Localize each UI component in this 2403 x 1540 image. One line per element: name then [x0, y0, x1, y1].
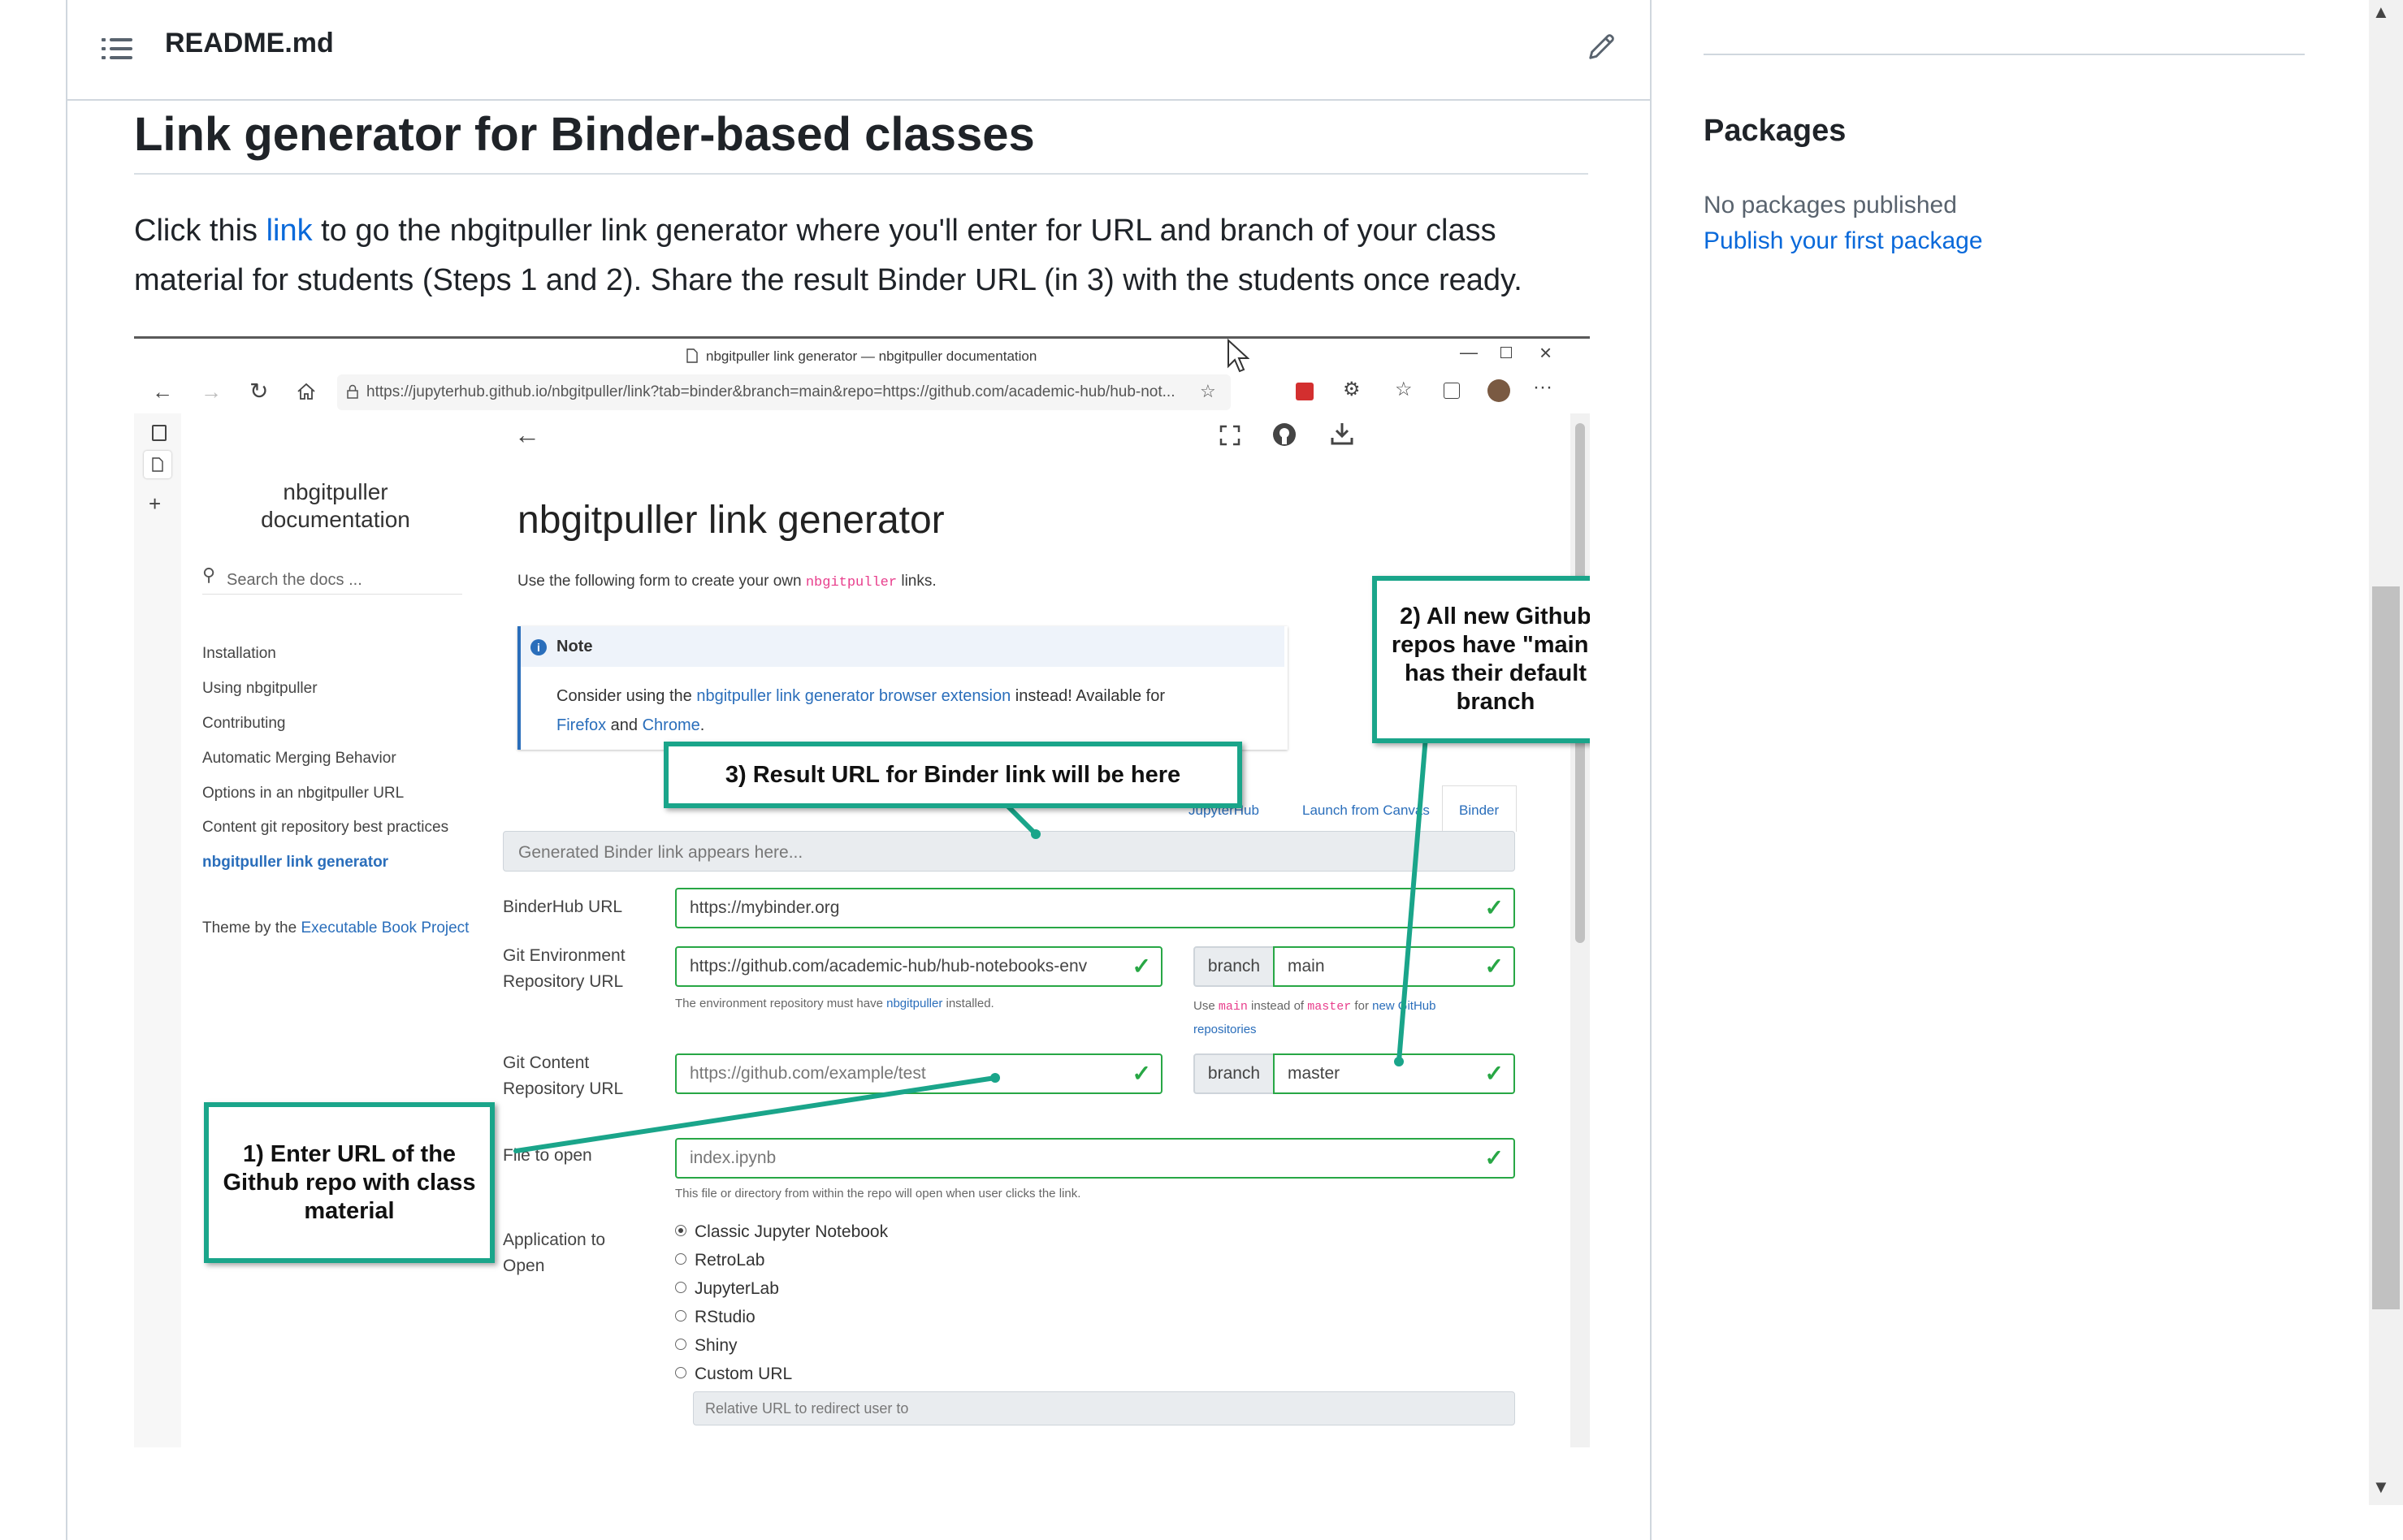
callout1-arrow [513, 1075, 998, 1153]
embedded-screenshot: nbgitpuller link generator — nbgitpuller… [134, 336, 1590, 1447]
callout-arrows [513, 734, 1428, 1153]
readme-heading: Link generator for Binder-based classes [134, 98, 1588, 175]
readme-file-name[interactable]: README.md [165, 28, 334, 59]
generator-link[interactable]: link [266, 214, 313, 248]
packages-empty-text: No packages published [1704, 192, 1957, 218]
readme-header: README.md [67, 0, 1650, 101]
readme-paragraph: Click this link to go the nbgitpuller li… [134, 206, 1596, 305]
readme-panel: README.md Link generator for Binder-base… [66, 0, 1652, 1540]
callout-step2: 2) All new Github repos have "main" has … [1372, 576, 1590, 743]
packages-title[interactable]: Packages [1704, 114, 1846, 149]
callout-step1: 1) Enter URL of the Github repo with cla… [204, 1102, 495, 1263]
window-scrollbar-thumb[interactable] [2372, 586, 2400, 1309]
callout-step3: 3) Result URL for Binder link will be he… [664, 742, 1242, 808]
para-text-after: to go the nbgitpuller link generator whe… [134, 214, 1522, 297]
sidebar-divider [1704, 54, 2305, 55]
edit-pencil-icon[interactable] [1587, 31, 1617, 62]
scroll-down-icon[interactable]: ▼ [2372, 1477, 2390, 1498]
window-scrollbar[interactable]: ▲ ▼ [2369, 0, 2403, 1505]
mouse-cursor-icon [1227, 339, 1249, 373]
para-text-before: Click this [134, 214, 266, 248]
publish-package-link[interactable]: Publish your first package [1704, 227, 1983, 255]
callout2-arrow [1396, 734, 1428, 1064]
outline-list-icon[interactable] [102, 36, 134, 62]
scroll-up-icon[interactable]: ▲ [2372, 2, 2390, 23]
